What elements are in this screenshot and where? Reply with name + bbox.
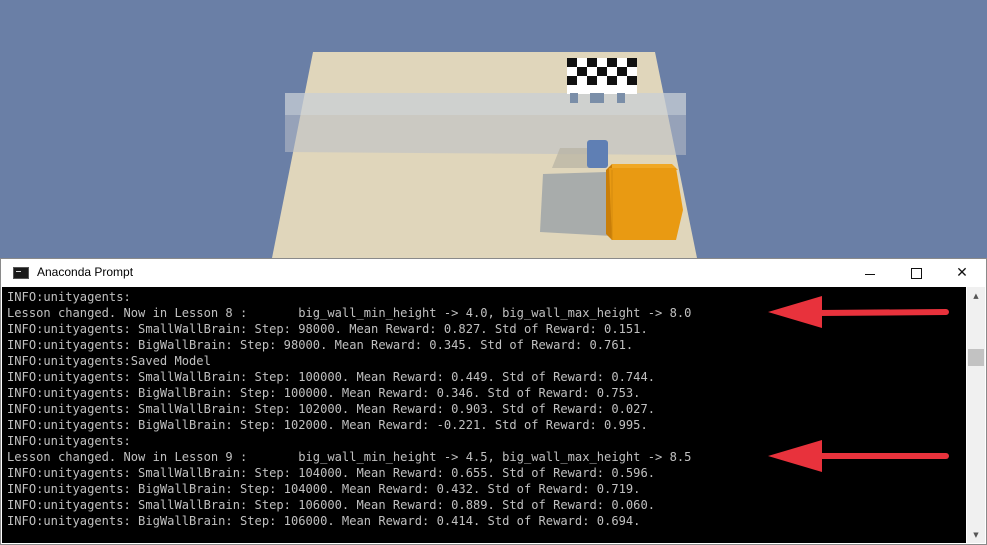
scroll-up-button[interactable]: ▲ [967, 287, 985, 304]
minimize-icon [865, 273, 875, 275]
console-line: INFO:unityagents: BigWallBrain: Step: 98… [7, 338, 634, 352]
scroll-thumb[interactable] [968, 349, 984, 366]
block-front [609, 168, 683, 240]
console-line: INFO:unityagents: [7, 434, 131, 448]
console-line: INFO:unityagents: BigWallBrain: Step: 10… [7, 514, 641, 528]
console-output[interactable]: INFO:unityagents: Lesson changed. Now in… [2, 287, 966, 543]
console-lines: INFO:unityagents: Lesson changed. Now in… [2, 287, 966, 529]
agent-cube [587, 140, 608, 168]
console-line: INFO:unityagents: BigWallBrain: Step: 10… [7, 418, 648, 432]
console-icon [13, 267, 29, 279]
close-button[interactable]: ✕ [939, 259, 985, 287]
console-line: INFO:unityagents: [7, 290, 131, 304]
wall-front [285, 115, 686, 155]
close-icon: ✕ [956, 265, 968, 281]
maximize-icon [910, 267, 922, 279]
scroll-down-button[interactable]: ▼ [967, 526, 985, 543]
console-line: INFO:unityagents: SmallWallBrain: Step: … [7, 370, 656, 384]
console-line: INFO:unityagents: SmallWallBrain: Step: … [7, 322, 648, 336]
console-line: INFO:unityagents: SmallWallBrain: Step: … [7, 402, 656, 416]
console-line: INFO:unityagents:Saved Model [7, 354, 211, 368]
title-bar[interactable]: Anaconda Prompt ✕ [1, 259, 986, 287]
block-shadow [540, 172, 612, 236]
maximize-button[interactable] [893, 259, 939, 287]
console-line: INFO:unityagents: BigWallBrain: Step: 10… [7, 386, 641, 400]
unity-scene-view [0, 0, 987, 260]
console-line: INFO:unityagents: SmallWallBrain: Step: … [7, 466, 656, 480]
window-title: Anaconda Prompt [37, 265, 134, 279]
console-line-lesson-change: Lesson changed. Now in Lesson 9 : big_wa… [7, 450, 692, 464]
console-line: INFO:unityagents: BigWallBrain: Step: 10… [7, 482, 641, 496]
minimize-button[interactable] [847, 259, 893, 287]
console-line: INFO:unityagents: SmallWallBrain: Step: … [7, 498, 656, 512]
console-line-lesson-change: Lesson changed. Now in Lesson 8 : big_wa… [7, 306, 692, 320]
vertical-scrollbar[interactable]: ▲ ▼ [967, 287, 985, 543]
anaconda-prompt-window: Anaconda Prompt ✕ INFO:unityagents: Less… [0, 258, 987, 545]
scene-graphic [272, 52, 697, 258]
wall-top [285, 93, 686, 115]
